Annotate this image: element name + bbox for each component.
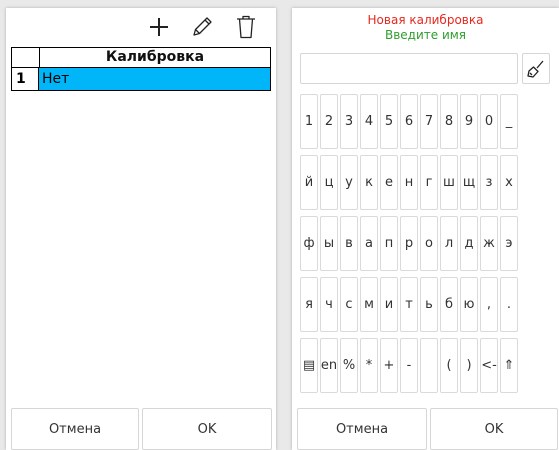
key[interactable] [420,338,438,393]
cancel-button[interactable]: Отмена [11,408,139,450]
key[interactable]: р [400,216,418,271]
key[interactable]: 9 [460,94,478,149]
key[interactable]: 4 [360,94,378,149]
key[interactable]: ь [420,277,438,332]
key[interactable]: д [460,216,478,271]
key[interactable]: ю [460,277,478,332]
ok-button[interactable]: OK [142,408,272,450]
ok-button[interactable]: OK [430,408,558,450]
key[interactable]: - [400,338,418,393]
name-input[interactable] [300,53,518,84]
key[interactable]: и [380,277,398,332]
key[interactable]: в [340,216,358,271]
calibration-table: Калибровка 1 Нет [11,47,271,91]
key[interactable]: щ [460,155,478,210]
key[interactable]: п [380,216,398,271]
key[interactable]: 3 [340,94,358,149]
key[interactable]: э [500,216,518,271]
new-calibration-dialog: Новая калибровка Введите имя 1 2 3 4 5 6 7 8 9 0 _… [292,8,559,450]
calibration-list-panel: Калибровка 1 Нет Отмена OK [6,8,276,450]
column-header: Калибровка [105,49,205,65]
keyboard-row: ▤ en% * + -() <- ⇑ [300,338,559,393]
key[interactable]: б [440,277,458,332]
key[interactable]: ⇑ [500,338,518,393]
toolbar [6,8,276,46]
key[interactable]: 8 [440,94,458,149]
key[interactable]: % [340,338,358,393]
key[interactable]: х [500,155,518,210]
key[interactable]: , [480,277,498,332]
key[interactable]: а [360,216,378,271]
row-number: 1 [12,68,39,90]
key[interactable]: з [480,155,498,210]
key[interactable]: _ [500,94,518,149]
key[interactable]: ы [320,216,338,271]
key[interactable]: ) [460,338,478,393]
key[interactable]: т [400,277,418,332]
add-button[interactable] [143,11,175,43]
key[interactable]: ч [320,277,338,332]
delete-button[interactable] [230,11,262,43]
key[interactable]: у [340,155,358,210]
key[interactable]: 5 [380,94,398,149]
on-screen-keyboard: 1 2 3 4 5 6 7 8 9 0 _ й ц у к е н г ш щ з х ф ы в а п р о л д ж э я ч с м и т ь… [300,94,559,399]
key[interactable]: г [420,155,438,210]
key[interactable]: 7 [420,94,438,149]
key[interactable]: о [420,216,438,271]
key[interactable]: ш [440,155,458,210]
table-row[interactable]: 1 Нет [12,68,270,90]
key[interactable]: н [400,155,418,210]
key[interactable]: ф [300,216,318,271]
key[interactable]: е [380,155,398,210]
pencil-icon [193,17,212,36]
dialog-title: Новая калибровка [367,13,484,27]
key[interactable]: 0 [480,94,498,149]
keyboard-row: йцукенгшщзх [300,155,559,210]
broom-icon [527,60,544,78]
key[interactable]: ж [480,216,498,271]
key[interactable]: . [500,277,518,332]
key[interactable]: ▤ [300,338,318,393]
key[interactable]: en [320,338,338,393]
dialog-prompt: Введите имя [384,28,467,42]
key[interactable]: м [360,277,378,332]
key[interactable]: й [300,155,318,210]
key[interactable]: с [340,277,358,332]
key[interactable]: 1 [300,94,318,149]
keyboard-row: 1 2 3 4 5 6 7 8 9 0 _ [300,94,559,149]
key[interactable]: <- [480,338,498,393]
keyboard-row: фывапролджэ [300,216,559,271]
key[interactable]: л [440,216,458,271]
trash-icon [237,15,255,39]
plus-icon [150,18,168,36]
key[interactable]: ( [440,338,458,393]
row-value[interactable]: Нет [39,68,270,90]
key[interactable]: 2 [320,94,338,149]
key[interactable]: 6 [400,94,418,149]
key[interactable]: + [380,338,398,393]
row-number-header [12,48,40,67]
key[interactable]: я [300,277,318,332]
key[interactable]: к [360,155,378,210]
cancel-button[interactable]: Отмена [297,408,427,450]
table-header: Калибровка [12,48,270,68]
key[interactable]: ц [320,155,338,210]
edit-button[interactable] [186,11,218,43]
keyboard-row: ячсмитьбю,. [300,277,559,332]
clear-button[interactable] [522,53,550,84]
key[interactable]: * [360,338,378,393]
